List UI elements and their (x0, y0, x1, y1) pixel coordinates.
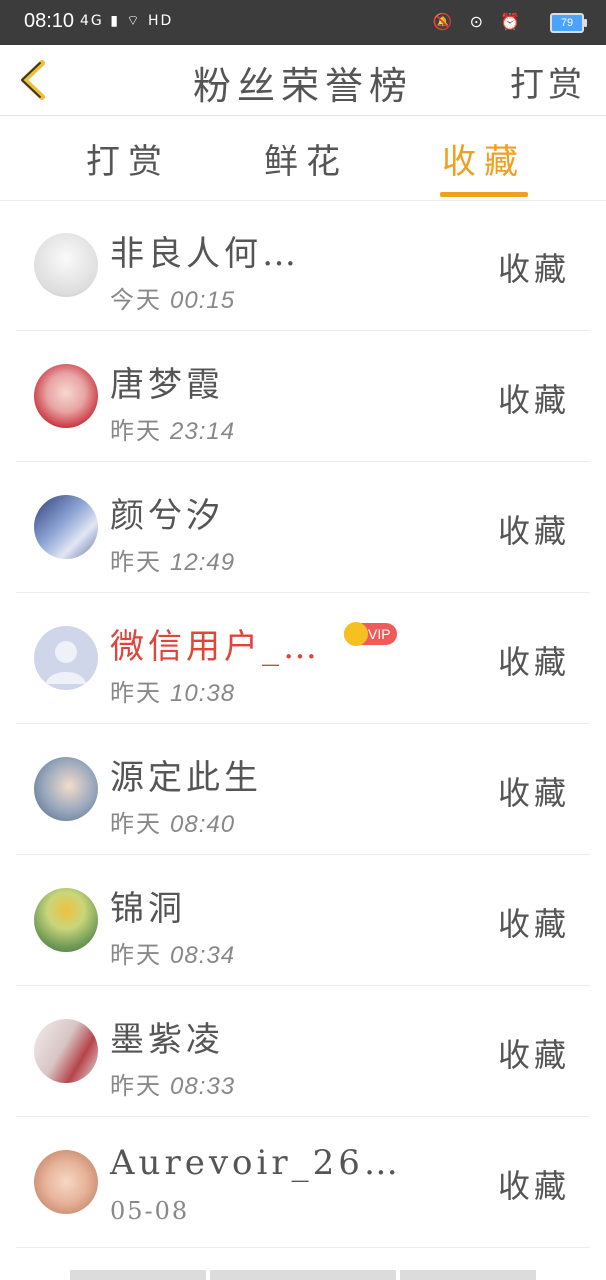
vip-badge: VIP (344, 622, 397, 646)
fan-row[interactable]: 非良人何… 今天 00:15 收藏 (16, 200, 590, 331)
crown-icon (344, 622, 368, 646)
fan-time: 昨天 23:14 (110, 411, 235, 446)
fan-clock: 08:34 (170, 942, 236, 969)
signal-wifi-icons: 4G ▮ ⌔ HD (80, 13, 174, 29)
fan-name: 源定此生 (110, 758, 262, 798)
fan-row[interactable]: 唐梦霞 昨天 23:14 收藏 (16, 331, 590, 462)
fan-name: 唐梦霞 (110, 365, 224, 405)
tab-flowers[interactable]: 鲜花 (264, 134, 348, 183)
fan-clock: 23:14 (170, 418, 236, 445)
app-header: 粉丝荣誉榜 打赏 (0, 45, 606, 116)
avatar (34, 495, 98, 559)
fan-row[interactable]: 墨紫凌 昨天 08:33 收藏 (16, 986, 590, 1117)
fan-row[interactable]: 源定此生 昨天 08:40 收藏 (16, 724, 590, 855)
fan-date: 昨天 (110, 417, 162, 445)
battery-icon: 79 (550, 13, 587, 33)
fan-name: 锦洞 (110, 889, 186, 929)
fan-row[interactable]: Aurevoir_26… 05-08 收藏 (16, 1117, 590, 1248)
reward-button[interactable]: 打赏 (510, 57, 586, 106)
status-bar: 08:10 4G ▮ ⌔ HD 🔕 ⊙ ⏰ 79 (0, 0, 606, 45)
fan-time: 昨天 08:40 (110, 804, 235, 839)
fan-row[interactable]: 颜兮汐 昨天 12:49 收藏 (16, 462, 590, 593)
default-avatar-icon (46, 641, 86, 684)
fan-action-label: 收藏 (497, 512, 570, 550)
fan-clock: 00:15 (170, 287, 236, 314)
avatar (34, 1150, 98, 1214)
fan-date: 05-08 (110, 1197, 190, 1225)
bottom-bar-edge (210, 1270, 396, 1280)
fan-time: 今天 00:15 (110, 280, 235, 315)
fan-row[interactable]: 锦洞 昨天 08:34 收藏 (16, 855, 590, 986)
fan-action-label: 收藏 (497, 381, 570, 419)
fan-action-label: 收藏 (497, 774, 570, 812)
active-tab-indicator (440, 192, 528, 197)
fan-list: 非良人何… 今天 00:15 收藏 唐梦霞 昨天 23:14 收藏 颜兮汐 昨天 12… (0, 200, 606, 1248)
fan-action-label: 收藏 (497, 905, 570, 943)
system-status-icons: 🔕 ⊙ ⏰ (432, 12, 526, 31)
fan-action-label: 收藏 (497, 250, 570, 288)
fan-clock: 10:38 (170, 680, 236, 707)
fan-date: 昨天 (110, 679, 162, 707)
avatar (34, 364, 98, 428)
fan-time: 昨天 08:33 (110, 1066, 235, 1101)
avatar (34, 233, 98, 297)
fan-clock: 08:40 (170, 811, 236, 838)
bottom-bar-edge (400, 1270, 536, 1280)
fan-time: 昨天 12:49 (110, 542, 235, 577)
fan-time: 05-08 (110, 1197, 197, 1226)
fan-action-label: 收藏 (497, 643, 570, 681)
fan-date: 昨天 (110, 548, 162, 576)
fan-name: 微信用户_… (110, 627, 321, 667)
fan-time: 昨天 10:38 (110, 673, 235, 708)
vip-label: VIP (368, 626, 391, 642)
avatar (34, 757, 98, 821)
fan-date: 昨天 (110, 1072, 162, 1100)
fan-row[interactable]: 微信用户_… VIP 昨天 10:38 收藏 (16, 593, 590, 724)
avatar (34, 1019, 98, 1083)
fan-time: 昨天 08:34 (110, 935, 235, 970)
fan-name: 颜兮汐 (110, 496, 224, 536)
tab-reward[interactable]: 打赏 (86, 134, 170, 183)
fan-action-label: 收藏 (497, 1036, 570, 1074)
fan-date: 今天 (110, 286, 162, 314)
fan-name: Aurevoir_26… (110, 1143, 402, 1183)
tab-favorites[interactable]: 收藏 (442, 134, 526, 183)
fan-date: 昨天 (110, 941, 162, 969)
fan-name: 墨紫凌 (110, 1020, 224, 1060)
tab-bar: 打赏 鲜花 收藏 (0, 116, 606, 201)
fan-date: 昨天 (110, 810, 162, 838)
fan-name: 非良人何… (110, 234, 300, 274)
avatar (34, 626, 98, 690)
bottom-bar-edge (70, 1270, 206, 1280)
status-time: 08:10 (24, 10, 75, 32)
fan-clock: 08:33 (170, 1073, 236, 1100)
fan-action-label: 收藏 (497, 1167, 570, 1205)
avatar (34, 888, 98, 952)
fan-clock: 12:49 (170, 549, 236, 576)
